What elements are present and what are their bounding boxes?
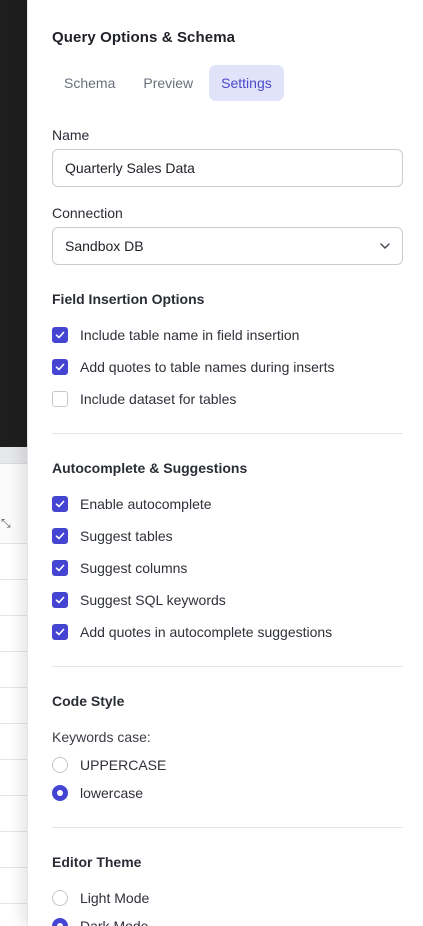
option-uppercase[interactable]: UPPERCASE (52, 755, 166, 775)
connection-value: Sandbox DB (65, 238, 144, 254)
checkbox-checked[interactable] (52, 560, 68, 576)
option-add-quotes-autocomplete[interactable]: Add quotes in autocomplete suggestions (52, 622, 332, 642)
option-include-dataset[interactable]: Include dataset for tables (52, 389, 236, 409)
option-label: Include dataset for tables (80, 391, 237, 407)
table-row[interactable] (0, 832, 27, 868)
table-row[interactable] (0, 652, 27, 688)
checkmark-icon (55, 564, 65, 572)
autocomplete-title: Autocomplete & Suggestions (52, 460, 248, 476)
table-row[interactable] (0, 796, 27, 832)
checkbox-checked[interactable] (52, 528, 68, 544)
tab-schema[interactable]: Schema (52, 65, 127, 101)
checkmark-icon (55, 363, 65, 371)
code-style-title: Code Style (52, 693, 125, 709)
checkbox-checked[interactable] (52, 359, 68, 375)
checkbox-checked[interactable] (52, 624, 68, 640)
query-options-panel: Query Options & Schema Schema Preview Se… (27, 0, 423, 926)
checkmark-icon (55, 532, 65, 540)
radio-unselected[interactable] (52, 890, 68, 906)
table-row[interactable] (0, 760, 27, 796)
editor-theme-title: Editor Theme (52, 854, 142, 870)
panel-tabs: Schema Preview Settings (52, 65, 284, 101)
option-enable-autocomplete[interactable]: Enable autocomplete (52, 494, 212, 514)
results-header: ⤡ (0, 464, 27, 544)
option-label: Light Mode (80, 890, 150, 906)
section-divider (52, 827, 403, 828)
results-toolbar (0, 447, 27, 464)
option-lowercase[interactable]: lowercase (52, 783, 143, 803)
option-label: Dark Mode (80, 918, 149, 926)
option-label: Suggest tables (80, 528, 173, 544)
connection-select[interactable]: Sandbox DB (52, 227, 403, 265)
radio-selected[interactable] (52, 918, 68, 926)
checkbox-checked[interactable] (52, 496, 68, 512)
option-suggest-tables[interactable]: Suggest tables (52, 526, 173, 546)
checkmark-icon (55, 596, 65, 604)
option-label: Include table name in field insertion (80, 327, 300, 343)
option-suggest-sql-keywords[interactable]: Suggest SQL keywords (52, 590, 226, 610)
sql-editor-area[interactable] (0, 0, 27, 447)
checkmark-icon (55, 500, 65, 508)
radio-selected[interactable] (52, 785, 68, 801)
option-label: Add quotes to table names during inserts (80, 359, 335, 375)
checkmark-icon (55, 628, 65, 636)
panel-title: Query Options & Schema (52, 29, 236, 46)
section-divider (52, 433, 403, 434)
results-table (0, 544, 27, 926)
option-label: Suggest columns (80, 560, 188, 576)
name-label: Name (52, 127, 90, 143)
field-insertion-title: Field Insertion Options (52, 291, 205, 307)
table-row[interactable] (0, 688, 27, 724)
connection-label: Connection (52, 205, 123, 221)
checkbox-unchecked[interactable] (52, 391, 68, 407)
checkbox-checked[interactable] (52, 327, 68, 343)
checkbox-checked[interactable] (52, 592, 68, 608)
option-include-table-name[interactable]: Include table name in field insertion (52, 325, 299, 345)
checkmark-icon (55, 331, 65, 339)
option-label: Add quotes in autocomplete suggestions (80, 624, 333, 640)
option-dark-mode[interactable]: Dark Mode (52, 916, 148, 926)
radio-unselected[interactable] (52, 757, 68, 773)
table-row[interactable] (0, 904, 27, 926)
option-label: lowercase (80, 785, 144, 801)
tab-settings[interactable]: Settings (209, 65, 284, 101)
keywords-case-label: Keywords case: (52, 729, 151, 745)
option-light-mode[interactable]: Light Mode (52, 888, 149, 908)
table-row[interactable] (0, 580, 27, 616)
table-row[interactable] (0, 544, 27, 580)
table-row[interactable] (0, 616, 27, 652)
option-suggest-columns[interactable]: Suggest columns (52, 558, 187, 578)
expand-icon[interactable]: ⤡ (1, 516, 11, 530)
name-input[interactable] (52, 149, 403, 187)
table-row[interactable] (0, 868, 27, 904)
table-row[interactable] (0, 724, 27, 760)
section-divider (52, 666, 403, 667)
tab-preview[interactable]: Preview (131, 65, 205, 101)
chevron-down-icon (380, 243, 390, 249)
radio-dot (57, 790, 63, 796)
option-add-quotes-inserts[interactable]: Add quotes to table names during inserts (52, 357, 335, 377)
background-app: ⤡ (0, 0, 27, 926)
option-label: UPPERCASE (80, 757, 167, 773)
option-label: Enable autocomplete (80, 496, 212, 512)
option-label: Suggest SQL keywords (80, 592, 226, 608)
